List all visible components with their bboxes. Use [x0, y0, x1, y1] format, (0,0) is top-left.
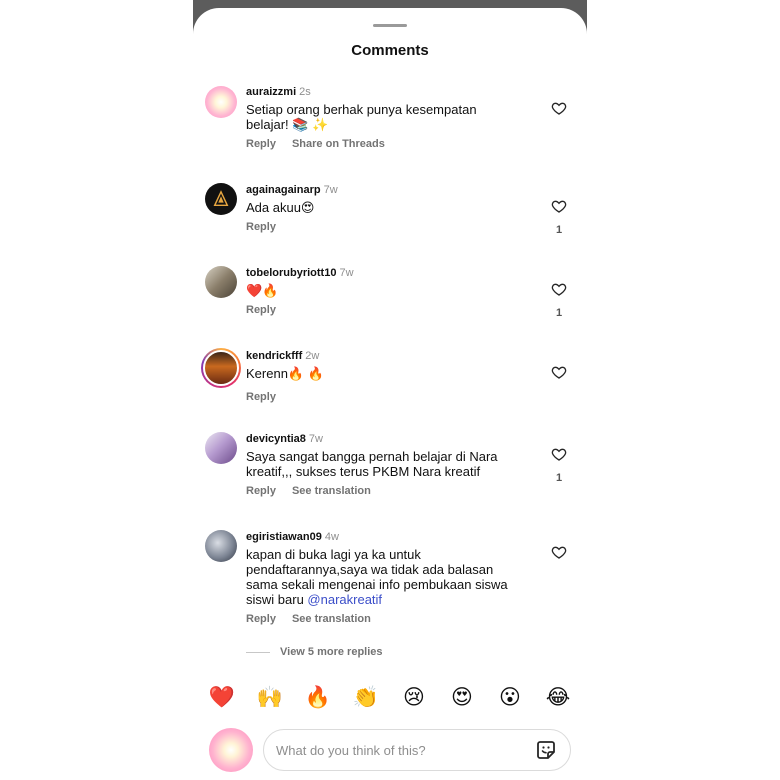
- comment-body: egiristiawan09 4w kapan di buka lagi ya k…: [246, 530, 526, 625]
- comment-username[interactable]: kendrickfff: [246, 350, 302, 362]
- comment-text: ❤️🔥: [246, 283, 279, 298]
- comment-username[interactable]: egiristiawan09: [246, 531, 322, 543]
- comment-time: 7w: [339, 267, 354, 279]
- story-ring: [203, 350, 239, 386]
- comment-text: Setiap orang berhak punya kesempatan bel…: [246, 102, 477, 132]
- like-count: 1: [555, 224, 563, 236]
- comments-sheet: Comments auraizzmi 2s Setiap orang berhak…: [193, 8, 587, 780]
- sticker-icon[interactable]: [534, 738, 558, 762]
- divider: [246, 651, 270, 653]
- comment-input[interactable]: [276, 742, 534, 758]
- reaction-surprised-emoji[interactable]: 😮: [495, 684, 525, 710]
- comment-time: 2w: [305, 350, 320, 362]
- comment-text: kapan di buka lagi ya ka untuk pendaftar…: [246, 547, 526, 607]
- comment-text: Ada akuu😍: [246, 200, 315, 215]
- heart-outline-icon[interactable]: [551, 364, 567, 380]
- comment-text: Saya sangat bangga pernah belajar di Nar…: [246, 449, 498, 479]
- share-on-threads-button[interactable]: Share on Threads: [292, 138, 385, 150]
- avatar[interactable]: [205, 183, 237, 215]
- comment-time: 2s: [299, 86, 311, 98]
- reply-button[interactable]: Reply: [246, 221, 276, 233]
- reaction-fire-emoji[interactable]: 🔥: [303, 684, 333, 710]
- reply-button[interactable]: Reply: [246, 391, 276, 403]
- comment-body: kendrickfff 2w Kerenn🔥 🔥 Reply: [246, 349, 526, 403]
- comment-username[interactable]: devicyntia8: [246, 433, 306, 445]
- reaction-raised-hands-emoji[interactable]: 🙌: [255, 684, 285, 710]
- comment-body: againagainarp 7w Ada akuu😍 Reply: [246, 183, 526, 233]
- comment-body: devicyntia8 7w Saya sangat bangga pernah …: [246, 432, 526, 497]
- reaction-crying-emoji[interactable]: 😢: [399, 684, 429, 710]
- comment-username[interactable]: againagainarp: [246, 184, 321, 196]
- reply-button[interactable]: Reply: [246, 304, 276, 316]
- sheet-drag-handle[interactable]: [373, 24, 407, 27]
- reaction-laughing-emoji[interactable]: 😂: [543, 684, 573, 710]
- avatar[interactable]: [205, 530, 237, 562]
- reply-button[interactable]: Reply: [246, 613, 276, 625]
- sheet-title: Comments: [351, 42, 429, 59]
- reaction-clap-emoji[interactable]: 👏: [351, 684, 381, 710]
- like-count: 1: [555, 472, 563, 484]
- comment-username[interactable]: auraizzmi: [246, 86, 296, 98]
- heart-outline-icon[interactable]: [551, 198, 567, 214]
- avatar[interactable]: [205, 86, 237, 118]
- avatar[interactable]: [205, 266, 237, 298]
- reaction-heart-emoji[interactable]: ❤️: [207, 684, 237, 710]
- mention-link[interactable]: @narakreatif: [307, 592, 382, 607]
- like-count: 1: [555, 307, 563, 319]
- reply-button[interactable]: Reply: [246, 138, 276, 150]
- heart-outline-icon[interactable]: [551, 281, 567, 297]
- see-translation-button[interactable]: See translation: [292, 613, 371, 625]
- avatar[interactable]: [201, 348, 241, 388]
- comment-username[interactable]: tobelorubyriott10: [246, 267, 336, 279]
- comment-text: Kerenn🔥 🔥: [246, 366, 324, 381]
- see-translation-button[interactable]: See translation: [292, 485, 371, 497]
- view-more-replies[interactable]: View 5 more replies: [246, 646, 383, 658]
- comment-time: 7w: [308, 433, 323, 445]
- reaction-heart-eyes-emoji[interactable]: 😍: [447, 684, 477, 710]
- view-more-replies-label: View 5 more replies: [280, 646, 383, 658]
- comment-body: tobelorubyriott10 7w ❤️🔥 Reply: [246, 266, 526, 316]
- heart-outline-icon[interactable]: [551, 544, 567, 560]
- comment-time: 7w: [323, 184, 338, 196]
- avatar[interactable]: [205, 432, 237, 464]
- heart-outline-icon[interactable]: [551, 446, 567, 462]
- comment-body: auraizzmi 2s Setiap orang berhak punya ke…: [246, 85, 526, 150]
- reply-button[interactable]: Reply: [246, 485, 276, 497]
- current-user-avatar: [209, 728, 253, 772]
- heart-outline-icon[interactable]: [551, 100, 567, 116]
- comment-time: 4w: [324, 531, 339, 543]
- quick-reactions-bar: ❤️ 🙌 🔥 👏 😢 😍 😮 😂: [207, 684, 573, 710]
- comment-composer: [263, 729, 571, 771]
